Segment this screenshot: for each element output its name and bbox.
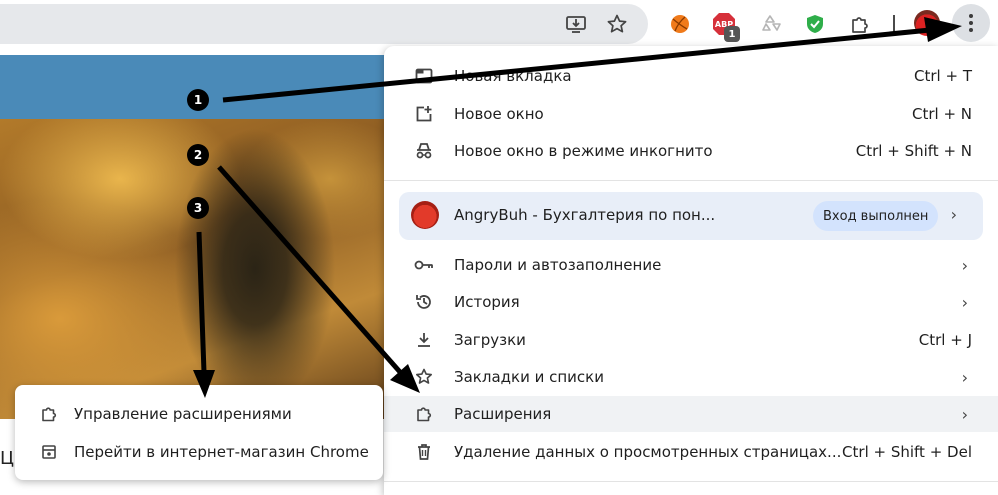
menu-item-shortcut: Ctrl + N (911, 105, 972, 123)
menu-item-label: Новое окно в режиме инкогнито (454, 142, 713, 160)
menu-item-new-tab[interactable]: Новая вкладка Ctrl + T (384, 58, 998, 94)
trash-icon (414, 442, 434, 462)
menu-item-history[interactable]: История › (384, 284, 998, 320)
puzzle-icon (414, 404, 434, 424)
chevron-right-icon: › (961, 255, 968, 275)
shield-extension-icon[interactable] (801, 10, 829, 38)
puzzle-icon (39, 404, 59, 424)
menu-item-label: Загрузки (454, 331, 526, 349)
address-bar[interactable] (0, 4, 648, 44)
star-icon (414, 367, 434, 387)
profile-avatar[interactable] (914, 10, 940, 36)
extensions-puzzle-icon[interactable] (846, 10, 874, 38)
abp-badge-count: 1 (724, 26, 740, 42)
profile-avatar (411, 201, 439, 229)
menu-item-label: Новая вкладка (454, 67, 572, 85)
profile-name: AngryBuh - Бухгалтерия по пон... (454, 206, 716, 224)
new-window-icon (414, 104, 434, 124)
chevron-right-icon: › (961, 292, 968, 312)
annotation-marker-3: 3 (187, 197, 209, 219)
menu-item-bookmarks[interactable]: Закладки и списки › (384, 359, 998, 395)
basketball-extension-icon[interactable] (666, 10, 694, 38)
menu-item-shortcut: Ctrl + Shift + N (855, 142, 972, 160)
incognito-icon (414, 141, 434, 161)
chevron-right-icon: › (950, 205, 957, 224)
menu-item-shortcut: Ctrl + Shift + Del (842, 443, 972, 461)
download-icon (414, 330, 434, 350)
browser-toolbar: ABP 1 (0, 0, 998, 48)
menu-item-incognito[interactable]: Новое окно в режиме инкогнито Ctrl + Shi… (384, 133, 998, 169)
menu-item-label: Расширения (454, 405, 552, 423)
menu-item-new-window[interactable]: Новое окно Ctrl + N (384, 96, 998, 132)
sync-status-badge[interactable]: Вход выполнен (813, 201, 939, 231)
menu-item-shortcut: Ctrl + J (918, 331, 972, 349)
menu-item-label: История (454, 293, 520, 311)
annotation-marker-1: 1 (187, 89, 209, 111)
menu-item-passwords[interactable]: Пароли и автозаполнение › (384, 247, 998, 283)
menu-divider (384, 481, 998, 482)
menu-item-clear-data[interactable]: Удаление данных о просмотренных страница… (384, 434, 998, 470)
toolbar-divider (893, 15, 895, 33)
page-partial-text: Ц (0, 448, 14, 469)
menu-item-label: Пароли и автозаполнение (454, 256, 662, 274)
annotation-marker-2: 2 (187, 144, 209, 166)
web-store-icon (39, 442, 59, 462)
menu-item-extensions[interactable]: Расширения › (384, 396, 998, 432)
submenu-item-manage-extensions[interactable]: Управление расширениями (15, 396, 383, 432)
submenu-item-label: Управление расширениями (74, 405, 292, 423)
menu-item-label: Закладки и списки (454, 368, 604, 386)
bookmark-star-icon[interactable] (603, 10, 631, 38)
new-tab-icon (414, 66, 434, 86)
submenu-item-label: Перейти в интернет-магазин Chrome (74, 443, 369, 461)
submenu-item-web-store[interactable]: Перейти в интернет-магазин Chrome (15, 434, 383, 470)
install-app-icon[interactable] (562, 10, 590, 38)
menu-divider (384, 180, 998, 181)
profile-row[interactable]: AngryBuh - Бухгалтерия по пон... Вход вы… (399, 192, 983, 240)
menu-item-shortcut: Ctrl + T (914, 67, 972, 85)
extensions-submenu: Управление расширениями Перейти в интерн… (15, 385, 383, 480)
menu-item-downloads[interactable]: Загрузки Ctrl + J (384, 322, 998, 358)
recycle-extension-icon[interactable] (756, 10, 784, 38)
chrome-main-menu: Новая вкладка Ctrl + T Новое окно Ctrl +… (384, 46, 998, 495)
more-menu-icon[interactable] (952, 4, 990, 42)
history-icon (414, 292, 434, 312)
menu-item-label: Удаление данных о просмотренных страница… (454, 443, 842, 461)
menu-item-label: Новое окно (454, 105, 544, 123)
chevron-right-icon: › (961, 404, 968, 424)
key-icon (414, 255, 434, 275)
chevron-right-icon: › (961, 367, 968, 387)
